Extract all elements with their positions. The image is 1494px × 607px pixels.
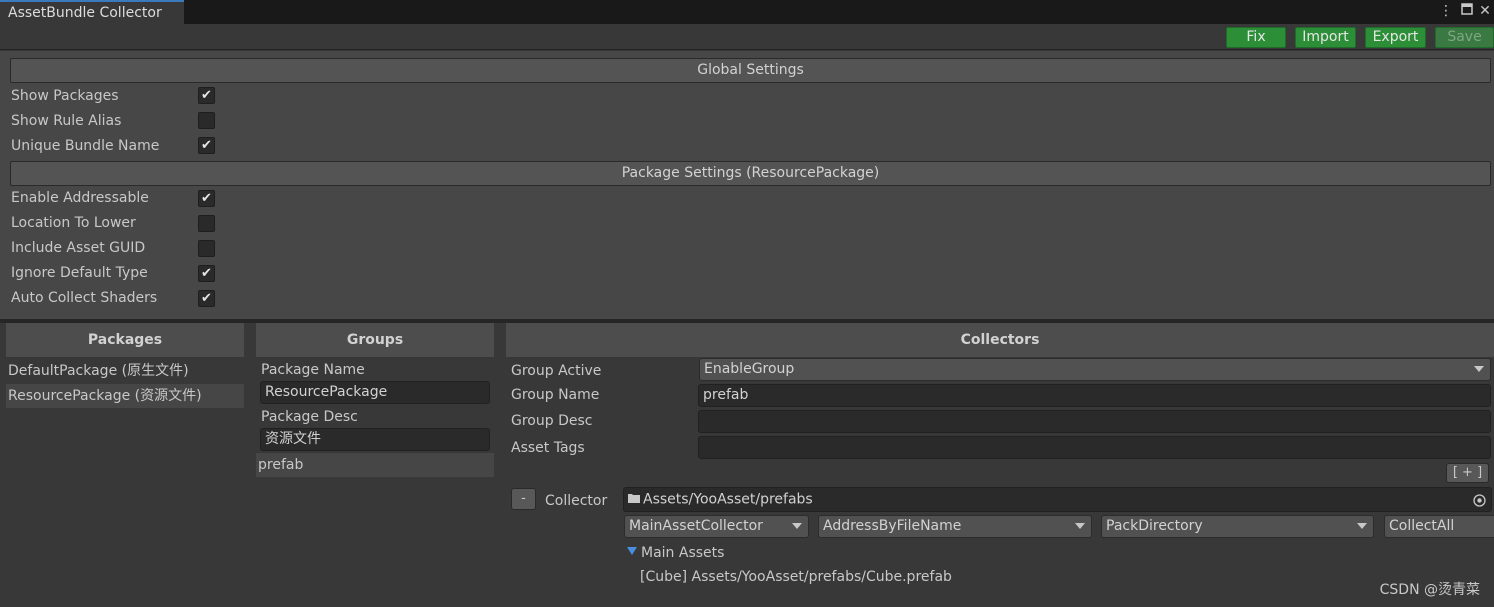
include-asset-guid-label: Include Asset GUID bbox=[11, 240, 146, 256]
folder-icon bbox=[628, 488, 640, 511]
show-rule-alias-label: Show Rule Alias bbox=[11, 113, 122, 129]
package-item[interactable]: DefaultPackage (原生文件) bbox=[6, 359, 244, 383]
window-tab-title: AssetBundle Collector bbox=[8, 5, 162, 21]
auto-collect-shaders-checkbox[interactable]: ✔ bbox=[198, 290, 215, 307]
groups-column: Groups Package Name ResourcePackage Pack… bbox=[250, 323, 500, 607]
package-name-field[interactable]: ResourcePackage bbox=[260, 381, 490, 404]
group-name-field[interactable]: prefab bbox=[698, 384, 1491, 407]
group-desc-field[interactable] bbox=[698, 410, 1491, 433]
package-item[interactable]: ResourcePackage (资源文件) bbox=[6, 384, 244, 408]
show-packages-checkbox[interactable]: ✔ bbox=[198, 87, 215, 104]
auto-collect-shaders-label: Auto Collect Shaders bbox=[11, 290, 158, 306]
ignore-default-type-checkbox[interactable]: ✔ bbox=[198, 265, 215, 282]
group-name-label: Group Name bbox=[511, 387, 600, 403]
package-name-label: Package Name bbox=[261, 362, 365, 378]
add-collector-button[interactable]: [ + ] bbox=[1446, 463, 1489, 483]
collector-path-field[interactable]: Assets/YooAsset/prefabs bbox=[623, 487, 1492, 512]
address-rule-value: AddressByFileName bbox=[823, 518, 962, 534]
tab-bar bbox=[0, 0, 1494, 24]
filter-rule-dropdown[interactable]: CollectAll bbox=[1384, 515, 1494, 538]
location-to-lower-checkbox[interactable] bbox=[198, 215, 215, 232]
chevron-down-icon bbox=[792, 523, 802, 529]
show-rule-alias-checkbox[interactable] bbox=[198, 112, 215, 129]
package-desc-field[interactable]: 资源文件 bbox=[260, 428, 490, 451]
group-active-value: EnableGroup bbox=[704, 361, 795, 377]
foldout-arrow-icon bbox=[627, 547, 637, 555]
package-settings-header[interactable]: Package Settings (ResourcePackage) bbox=[10, 161, 1491, 186]
global-settings-header[interactable]: Global Settings bbox=[10, 58, 1491, 83]
collectors-header: Collectors bbox=[506, 323, 1494, 357]
asset-tags-label: Asset Tags bbox=[511, 440, 585, 456]
fix-button[interactable]: Fix bbox=[1226, 27, 1286, 48]
import-button[interactable]: Import bbox=[1295, 27, 1356, 48]
enable-addressable-label: Enable Addressable bbox=[11, 190, 149, 206]
filter-rule-value: CollectAll bbox=[1389, 518, 1455, 534]
collector-type-value: MainAssetCollector bbox=[629, 518, 763, 534]
group-desc-label: Group Desc bbox=[511, 413, 593, 429]
unique-bundle-name-checkbox[interactable]: ✔ bbox=[198, 137, 215, 154]
group-active-label: Group Active bbox=[511, 363, 602, 379]
enable-addressable-checkbox[interactable]: ✔ bbox=[198, 190, 215, 207]
watermark: CSDN @烫青菜 bbox=[1379, 582, 1480, 598]
ignore-default-type-label: Ignore Default Type bbox=[11, 265, 148, 281]
maximize-icon[interactable] bbox=[1459, 2, 1475, 20]
chevron-down-icon bbox=[1075, 523, 1085, 529]
group-active-dropdown[interactable]: EnableGroup bbox=[699, 358, 1491, 381]
collector-type-dropdown[interactable]: MainAssetCollector bbox=[624, 515, 809, 538]
main-assets-foldout[interactable]: Main Assets bbox=[627, 543, 724, 563]
group-item[interactable]: prefab bbox=[256, 453, 494, 477]
remove-collector-button[interactable]: - bbox=[511, 488, 536, 510]
chevron-down-icon bbox=[1474, 366, 1484, 372]
asset-tags-field[interactable] bbox=[698, 436, 1491, 459]
collector-label: Collector bbox=[545, 493, 608, 509]
window-tab[interactable]: AssetBundle Collector bbox=[0, 0, 184, 24]
packages-header: Packages bbox=[6, 323, 244, 357]
packages-column: Packages DefaultPackage (原生文件) ResourceP… bbox=[0, 323, 250, 607]
chevron-down-icon bbox=[1357, 523, 1367, 529]
package-desc-label: Package Desc bbox=[261, 409, 358, 425]
include-asset-guid-checkbox[interactable] bbox=[198, 240, 215, 257]
location-to-lower-label: Location To Lower bbox=[11, 215, 136, 231]
kebab-menu-icon[interactable]: ⋮ bbox=[1438, 2, 1454, 20]
unique-bundle-name-label: Unique Bundle Name bbox=[11, 138, 160, 154]
close-icon[interactable]: ✕ bbox=[1477, 2, 1493, 20]
address-rule-dropdown[interactable]: AddressByFileName bbox=[818, 515, 1092, 538]
pack-rule-value: PackDirectory bbox=[1106, 518, 1203, 534]
save-button[interactable]: Save bbox=[1435, 27, 1494, 48]
show-packages-label: Show Packages bbox=[11, 88, 119, 104]
object-picker-icon[interactable] bbox=[1473, 492, 1486, 511]
export-button[interactable]: Export bbox=[1365, 27, 1426, 48]
groups-header: Groups bbox=[256, 323, 494, 357]
pack-rule-dropdown[interactable]: PackDirectory bbox=[1101, 515, 1374, 538]
collector-path: Assets/YooAsset/prefabs bbox=[643, 491, 813, 508]
main-assets-label: Main Assets bbox=[641, 545, 725, 561]
main-asset-item: [Cube] Assets/YooAsset/prefabs/Cube.pref… bbox=[640, 569, 952, 585]
